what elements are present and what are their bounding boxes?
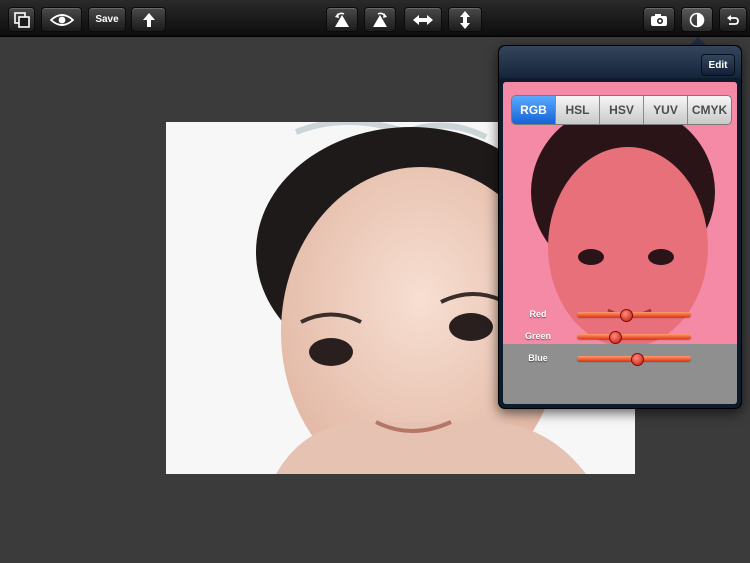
eye-icon	[49, 13, 74, 26]
tab-hsl[interactable]: HSL	[556, 96, 600, 124]
green-slider-label: Green	[524, 331, 551, 341]
green-slider-knob[interactable]	[608, 331, 622, 344]
red-slider-knob[interactable]	[620, 309, 634, 322]
share-up-arrow-icon	[142, 12, 155, 27]
contrast-icon	[689, 12, 705, 27]
popover-body: RGB HSL HSV YUV CMYK Red Green Blue	[503, 82, 737, 404]
adjust-color-button[interactable]	[681, 7, 713, 32]
preview-button[interactable]	[41, 7, 82, 32]
top-toolbar: Save	[0, 0, 750, 37]
camera-icon	[651, 13, 667, 26]
undo-icon	[727, 14, 739, 25]
rotate-left-icon	[335, 12, 349, 27]
layers-button[interactable]	[8, 7, 35, 32]
tab-cmyk[interactable]: CMYK	[688, 96, 731, 124]
tab-hsv[interactable]: HSV	[600, 96, 644, 124]
blue-slider-label: Blue	[528, 353, 548, 363]
flip-vertical-button[interactable]	[448, 7, 482, 32]
red-slider-label: Red	[529, 309, 547, 319]
undo-button[interactable]	[719, 7, 747, 32]
flip-horizontal-icon	[413, 14, 433, 25]
share-button[interactable]	[131, 7, 166, 32]
edit-button[interactable]: Edit	[701, 54, 735, 76]
flip-horizontal-button[interactable]	[404, 7, 442, 32]
color-mode-segmented-control: RGB HSL HSV YUV CMYK	[511, 95, 732, 125]
save-label: Save	[95, 14, 119, 25]
tab-yuv[interactable]: YUV	[644, 96, 688, 124]
rotate-right-icon	[373, 12, 387, 27]
camera-button[interactable]	[643, 7, 675, 32]
save-button[interactable]: Save	[88, 7, 126, 32]
rotate-right-button[interactable]	[364, 7, 396, 32]
popover-header: Edit	[499, 46, 741, 78]
color-adjust-popover: Edit RGB HSL HSV YUV CMYK Red Green Blue	[498, 45, 742, 409]
layers-icon	[13, 11, 30, 28]
red-slider-track[interactable]	[577, 312, 691, 317]
rotate-left-button[interactable]	[326, 7, 358, 32]
flip-vertical-icon	[460, 10, 470, 29]
blue-slider-knob[interactable]	[631, 353, 645, 366]
green-slider-track[interactable]	[577, 334, 691, 339]
tab-rgb[interactable]: RGB	[512, 96, 556, 124]
